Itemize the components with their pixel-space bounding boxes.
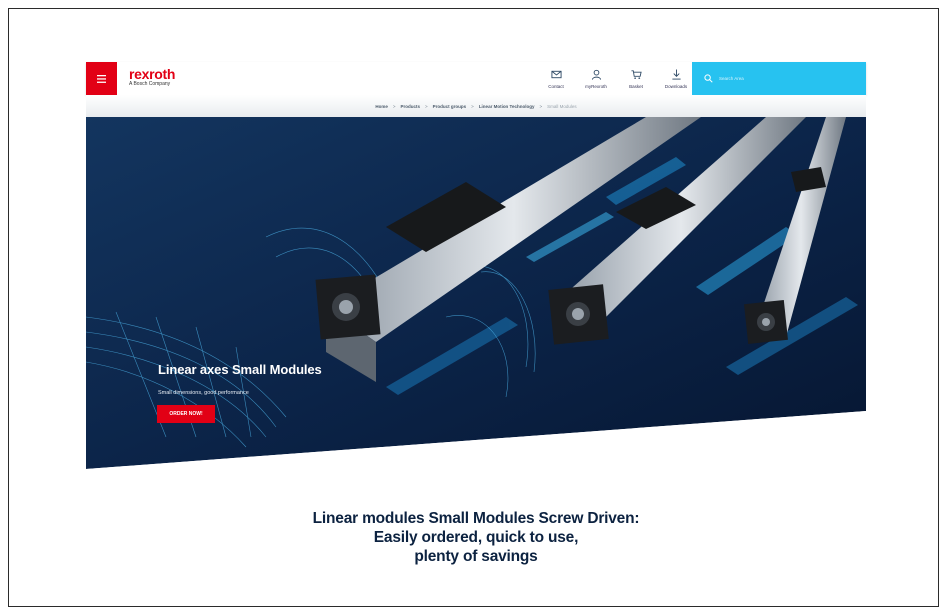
nav-downloads-label: Downloads <box>664 84 688 89</box>
hero-subtitle: Small dimensions, good performance <box>158 390 249 396</box>
nav-contact[interactable]: Contact <box>536 65 576 93</box>
breadcrumb-separator: > <box>539 103 543 109</box>
hamburger-menu-icon <box>97 74 106 83</box>
breadcrumb-separator: > <box>392 103 396 109</box>
hero-banner: Linear axes Small Modules Small dimensio… <box>86 117 866 469</box>
search-icon <box>704 74 713 83</box>
rexroth-logo[interactable]: rexroth A Bosch Company <box>129 67 175 88</box>
nav-downloads[interactable]: Downloads <box>656 65 696 93</box>
user-icon <box>591 69 601 80</box>
mail-icon <box>550 70 562 79</box>
headline-line-3: plenty of savings <box>414 548 538 565</box>
breadcrumb-separator: > <box>425 103 428 109</box>
nav-contact-label: Contact <box>548 84 564 89</box>
nav-myrexroth-label: myRexroth <box>585 84 607 89</box>
nav-basket[interactable]: Basket <box>616 65 656 93</box>
order-now-button[interactable]: ORDER NOW! <box>157 405 215 423</box>
logo-brand: rexroth <box>129 66 176 82</box>
logo-subtitle: A Bosch Company <box>129 81 171 87</box>
breadcrumb-separator: > <box>471 103 474 109</box>
breadcrumb-products[interactable]: Products <box>401 104 421 109</box>
menu-button[interactable] <box>86 62 117 95</box>
breadcrumb-bar: Home > Products > Product groups > Linea… <box>86 95 866 117</box>
breadcrumb-product-groups[interactable]: Product groups <box>433 104 467 109</box>
header-nav: Contact myRexroth Basket Downloads <box>536 65 696 93</box>
hero-title: Linear axes Small Modules <box>158 362 322 377</box>
breadcrumb: Home > Products > Product groups > Linea… <box>375 104 576 109</box>
page-headline: Linear modules Small Modules Screw Drive… <box>86 509 866 566</box>
headline-line-1: Linear modules Small Modules Screw Drive… <box>312 510 640 527</box>
search-input[interactable] <box>719 76 839 81</box>
nav-myrexroth[interactable]: myRexroth <box>576 65 616 93</box>
breadcrumb-linear-motion[interactable]: Linear Motion Technology <box>479 104 535 109</box>
breadcrumb-current: Small Modules <box>547 103 577 109</box>
download-icon <box>671 69 681 80</box>
search-bar[interactable] <box>692 62 866 95</box>
site-header: rexroth A Bosch Company Contact myRexrot… <box>86 62 866 95</box>
headline-line-2: Easily ordered, quick to use, <box>373 529 579 546</box>
breadcrumb-home[interactable]: Home <box>375 104 388 109</box>
basket-icon <box>630 70 642 79</box>
nav-basket-label: Basket <box>629 84 643 89</box>
